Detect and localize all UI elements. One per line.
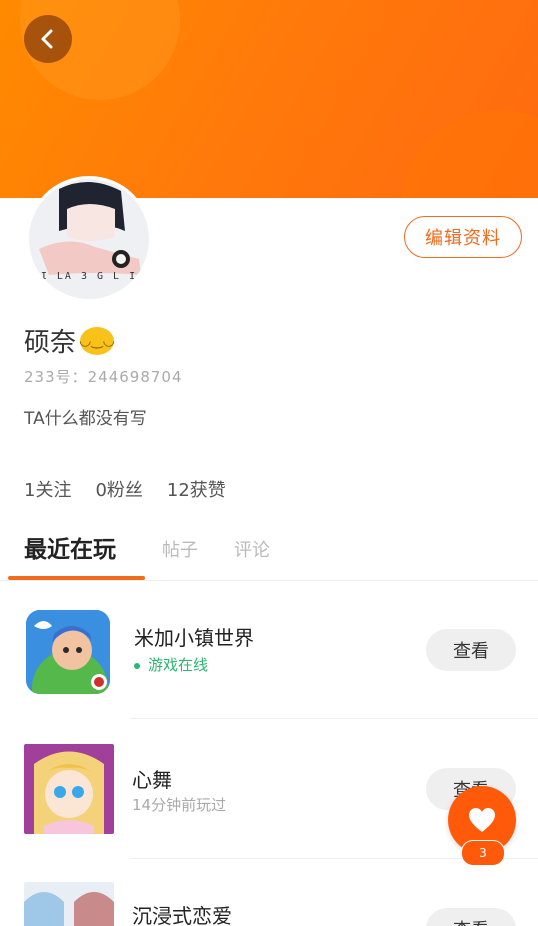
game-status: 游戏在线	[134, 654, 208, 675]
profile-banner	[0, 0, 538, 198]
game-title: 心舞	[132, 768, 172, 792]
avatar[interactable]: KI LA 3 G L I4	[26, 176, 152, 302]
avatar-caption: KI LA 3 G L I4	[32, 271, 146, 282]
game-status-text: 游戏在线	[148, 656, 209, 674]
tab-recent-games[interactable]: 最近在玩	[24, 530, 116, 564]
game-title: 米加小镇世界	[134, 626, 254, 650]
heart-icon	[469, 808, 495, 832]
view-button[interactable]: 查看	[426, 629, 516, 671]
game-icon	[24, 882, 114, 926]
like-count-badge: 3	[461, 840, 505, 866]
smile-emoji-icon: ◡‿◡	[79, 326, 115, 355]
back-button[interactable]	[24, 15, 72, 63]
likes-count: 12获赞	[166, 480, 226, 501]
fans-count[interactable]: 0粉丝	[95, 476, 142, 502]
edit-profile-button[interactable]: 编辑资料	[404, 216, 522, 258]
tab-posts[interactable]: 帖子	[162, 536, 198, 562]
chevron-left-icon	[41, 29, 53, 49]
game-icon	[26, 610, 110, 694]
game-status: 14分钟前玩过	[132, 796, 227, 814]
game-title: 沉浸式恋爱	[132, 904, 232, 926]
game-icon	[24, 744, 114, 834]
nickname-text: 硕奈	[24, 328, 77, 358]
view-button[interactable]: 查看	[426, 908, 516, 926]
tab-comments[interactable]: 评论	[234, 536, 270, 562]
online-dot-icon	[134, 662, 140, 669]
following-count[interactable]: 1关注	[24, 476, 71, 502]
banner-decoration	[400, 110, 538, 198]
bio: TA什么都没有写	[24, 409, 147, 429]
stats-bar: 1关注 0粉丝 12获赞	[24, 476, 226, 502]
user-id: 233号：244698704	[24, 368, 183, 386]
profile-tabs: 最近在玩 帖子 评论	[0, 524, 538, 580]
list-item[interactable]: 米加小镇世界 游戏在线 查看	[0, 580, 538, 718]
list-item[interactable]: 沉浸式恋爱 查看	[0, 858, 538, 926]
nickname: 硕奈 ◡‿◡	[24, 322, 115, 359]
